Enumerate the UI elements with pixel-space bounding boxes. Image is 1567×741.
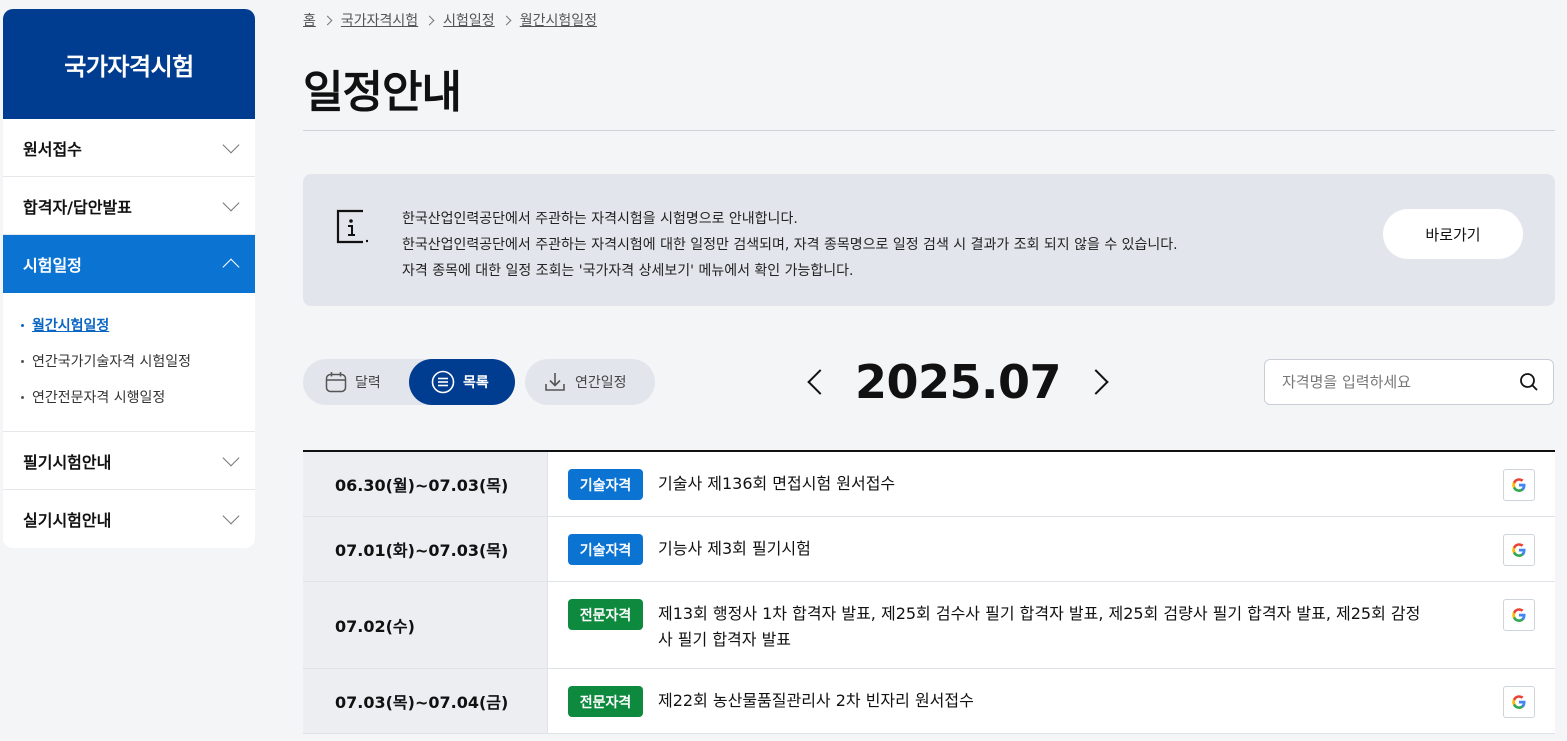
page-title: 일정안내 bbox=[303, 67, 462, 118]
google-calendar-button[interactable] bbox=[1503, 534, 1535, 566]
annual-schedule-label: 연간일정 bbox=[575, 375, 627, 391]
divider bbox=[303, 130, 1555, 131]
sidebar-item-label: 합격자/답안발표 bbox=[23, 197, 132, 217]
sidebar-title: 국가자격시험 bbox=[3, 9, 255, 119]
event-title[interactable]: 제22회 농산물품질관리사 2차 빈자리 원서접수 bbox=[658, 688, 1428, 714]
month-navigator: 2025.07 bbox=[803, 352, 1113, 412]
calendar-icon bbox=[325, 372, 347, 393]
event-cell: 전문자격 제22회 농산물품질관리사 2차 빈자리 원서접수 bbox=[548, 669, 1555, 733]
sidebar-item-label: 필기시험안내 bbox=[23, 452, 112, 472]
chevron-down-icon bbox=[222, 449, 240, 466]
event-date: 07.02(수) bbox=[303, 582, 548, 668]
sidebar-subitem-label: 월간시험일정 bbox=[32, 318, 110, 334]
event-title[interactable]: 제13회 행정사 1차 합격자 발표, 제25회 검수사 필기 합격자 발표, … bbox=[658, 601, 1428, 653]
breadcrumb-home[interactable]: 홈 bbox=[303, 10, 316, 30]
sidebar-item-label: 원서접수 bbox=[23, 139, 82, 159]
info-text: 한국산업인력공단에서 주관하는 자격시험을 시험명으로 안내합니다. 한국산업인… bbox=[402, 206, 1178, 284]
sidebar-item-label: 실기시험안내 bbox=[23, 511, 112, 530]
table-row: 07.02(수) 전문자격 제13회 행정사 1차 합격자 발표, 제25회 검… bbox=[303, 582, 1555, 669]
list-icon bbox=[431, 370, 455, 394]
chevron-right-icon bbox=[424, 15, 435, 25]
download-icon bbox=[545, 373, 565, 391]
schedule-table: 06.30(월)~07.03(목) 기술자격 기술사 제136회 면접시험 원서… bbox=[303, 450, 1555, 734]
category-badge: 전문자격 bbox=[568, 686, 643, 717]
google-icon bbox=[1512, 478, 1526, 492]
event-cell: 기술자격 기능사 제3회 필기시험 bbox=[548, 517, 1555, 581]
bullet-icon bbox=[21, 323, 24, 327]
bullet-icon bbox=[21, 395, 24, 399]
chevron-down-icon bbox=[222, 136, 240, 153]
google-calendar-button[interactable] bbox=[1503, 599, 1535, 631]
sidebar-submenu: 월간시험일정 연간국가기술자격 시험일정 연간전문자격 시행일정 bbox=[3, 293, 255, 432]
shortcut-button[interactable]: 바로가기 bbox=[1383, 209, 1523, 259]
category-badge: 기술자격 bbox=[568, 469, 643, 500]
current-month: 2025.07 bbox=[854, 355, 1062, 409]
google-icon bbox=[1512, 543, 1526, 557]
sidebar-item-label: 시험일정 bbox=[23, 256, 82, 275]
category-badge: 기술자격 bbox=[568, 534, 643, 565]
sidebar-item-application[interactable]: 원서접수 bbox=[3, 119, 255, 177]
breadcrumb-national-exam[interactable]: 국가자격시험 bbox=[341, 10, 418, 30]
table-row: 07.03(목)~07.04(금) 전문자격 제22회 농산물품질관리사 2차 … bbox=[303, 669, 1555, 734]
google-calendar-button[interactable] bbox=[1503, 469, 1535, 501]
info-line: 한국산업인력공단에서 주관하는 자격시험에 대한 일정만 검색되며, 자격 종목… bbox=[402, 237, 1178, 253]
search-icon[interactable] bbox=[1519, 372, 1539, 392]
event-date: 07.03(목)~07.04(금) bbox=[303, 669, 548, 733]
chevron-left-icon[interactable] bbox=[807, 369, 833, 395]
sidebar-subitem-label: 연간전문자격 시행일정 bbox=[32, 390, 166, 406]
sidebar-subitem-annual-pro[interactable]: 연간전문자격 시행일정 bbox=[21, 379, 255, 415]
sidebar-item-written-exam[interactable]: 필기시험안내 bbox=[3, 432, 255, 490]
event-title[interactable]: 기능사 제3회 필기시험 bbox=[658, 536, 1428, 562]
info-icon bbox=[336, 209, 368, 244]
google-icon bbox=[1512, 608, 1526, 622]
calendar-view-label: 달력 bbox=[355, 375, 381, 391]
table-row: 06.30(월)~07.03(목) 기술자격 기술사 제136회 면접시험 원서… bbox=[303, 452, 1555, 517]
chevron-up-icon bbox=[222, 258, 240, 276]
sidebar-subitem-label: 연간국가기술자격 시험일정 bbox=[32, 354, 192, 370]
breadcrumb-monthly[interactable]: 월간시험일정 bbox=[520, 10, 597, 30]
chevron-down-icon bbox=[222, 194, 240, 211]
google-calendar-button[interactable] bbox=[1503, 686, 1535, 718]
event-date: 07.01(화)~07.03(목) bbox=[303, 517, 548, 581]
category-badge: 전문자격 bbox=[568, 599, 643, 630]
sidebar-item-schedule[interactable]: 시험일정 bbox=[3, 235, 255, 293]
chevron-down-icon bbox=[222, 507, 240, 525]
google-icon bbox=[1512, 695, 1526, 709]
search-input[interactable] bbox=[1282, 373, 1502, 391]
sidebar-item-results[interactable]: 합격자/답안발표 bbox=[3, 177, 255, 235]
sidebar: 국가자격시험 원서접수 합격자/답안발표 시험일정 월간시험일정 연간국가기술자… bbox=[3, 9, 255, 548]
event-cell: 기술자격 기술사 제136회 면접시험 원서접수 bbox=[548, 452, 1555, 516]
chevron-right-icon bbox=[501, 15, 512, 25]
event-cell: 전문자격 제13회 행정사 1차 합격자 발표, 제25회 검수사 필기 합격자… bbox=[548, 582, 1555, 668]
breadcrumb-schedule[interactable]: 시험일정 bbox=[443, 10, 495, 30]
info-line: 자격 종목에 대한 일정 조회는 '국가자격 상세보기' 메뉴에서 확인 가능합… bbox=[402, 263, 854, 279]
info-line: 한국산업인력공단에서 주관하는 자격시험을 시험명으로 안내합니다. bbox=[402, 211, 798, 227]
event-date: 06.30(월)~07.03(목) bbox=[303, 452, 548, 516]
info-box: 한국산업인력공단에서 주관하는 자격시험을 시험명으로 안내합니다. 한국산업인… bbox=[303, 174, 1555, 306]
list-view-label: 목록 bbox=[463, 375, 489, 391]
annual-schedule-button[interactable]: 연간일정 bbox=[525, 359, 655, 405]
bullet-icon bbox=[21, 359, 24, 363]
sidebar-subitem-monthly[interactable]: 월간시험일정 bbox=[21, 307, 255, 343]
chevron-right-icon[interactable] bbox=[1083, 369, 1109, 395]
view-toggle: 달력 목록 연간일정 bbox=[303, 359, 655, 405]
search-box bbox=[1264, 359, 1554, 405]
sidebar-item-practical-exam[interactable]: 실기시험안내 bbox=[3, 490, 255, 548]
event-title[interactable]: 기술사 제136회 면접시험 원서접수 bbox=[658, 471, 1428, 497]
breadcrumb: 홈 국가자격시험 시험일정 월간시험일정 bbox=[303, 10, 597, 30]
table-row: 07.01(화)~07.03(목) 기술자격 기능사 제3회 필기시험 bbox=[303, 517, 1555, 582]
chevron-right-icon bbox=[322, 15, 333, 25]
list-view-button[interactable]: 목록 bbox=[409, 359, 515, 405]
sidebar-subitem-annual-tech[interactable]: 연간국가기술자격 시험일정 bbox=[21, 343, 255, 379]
